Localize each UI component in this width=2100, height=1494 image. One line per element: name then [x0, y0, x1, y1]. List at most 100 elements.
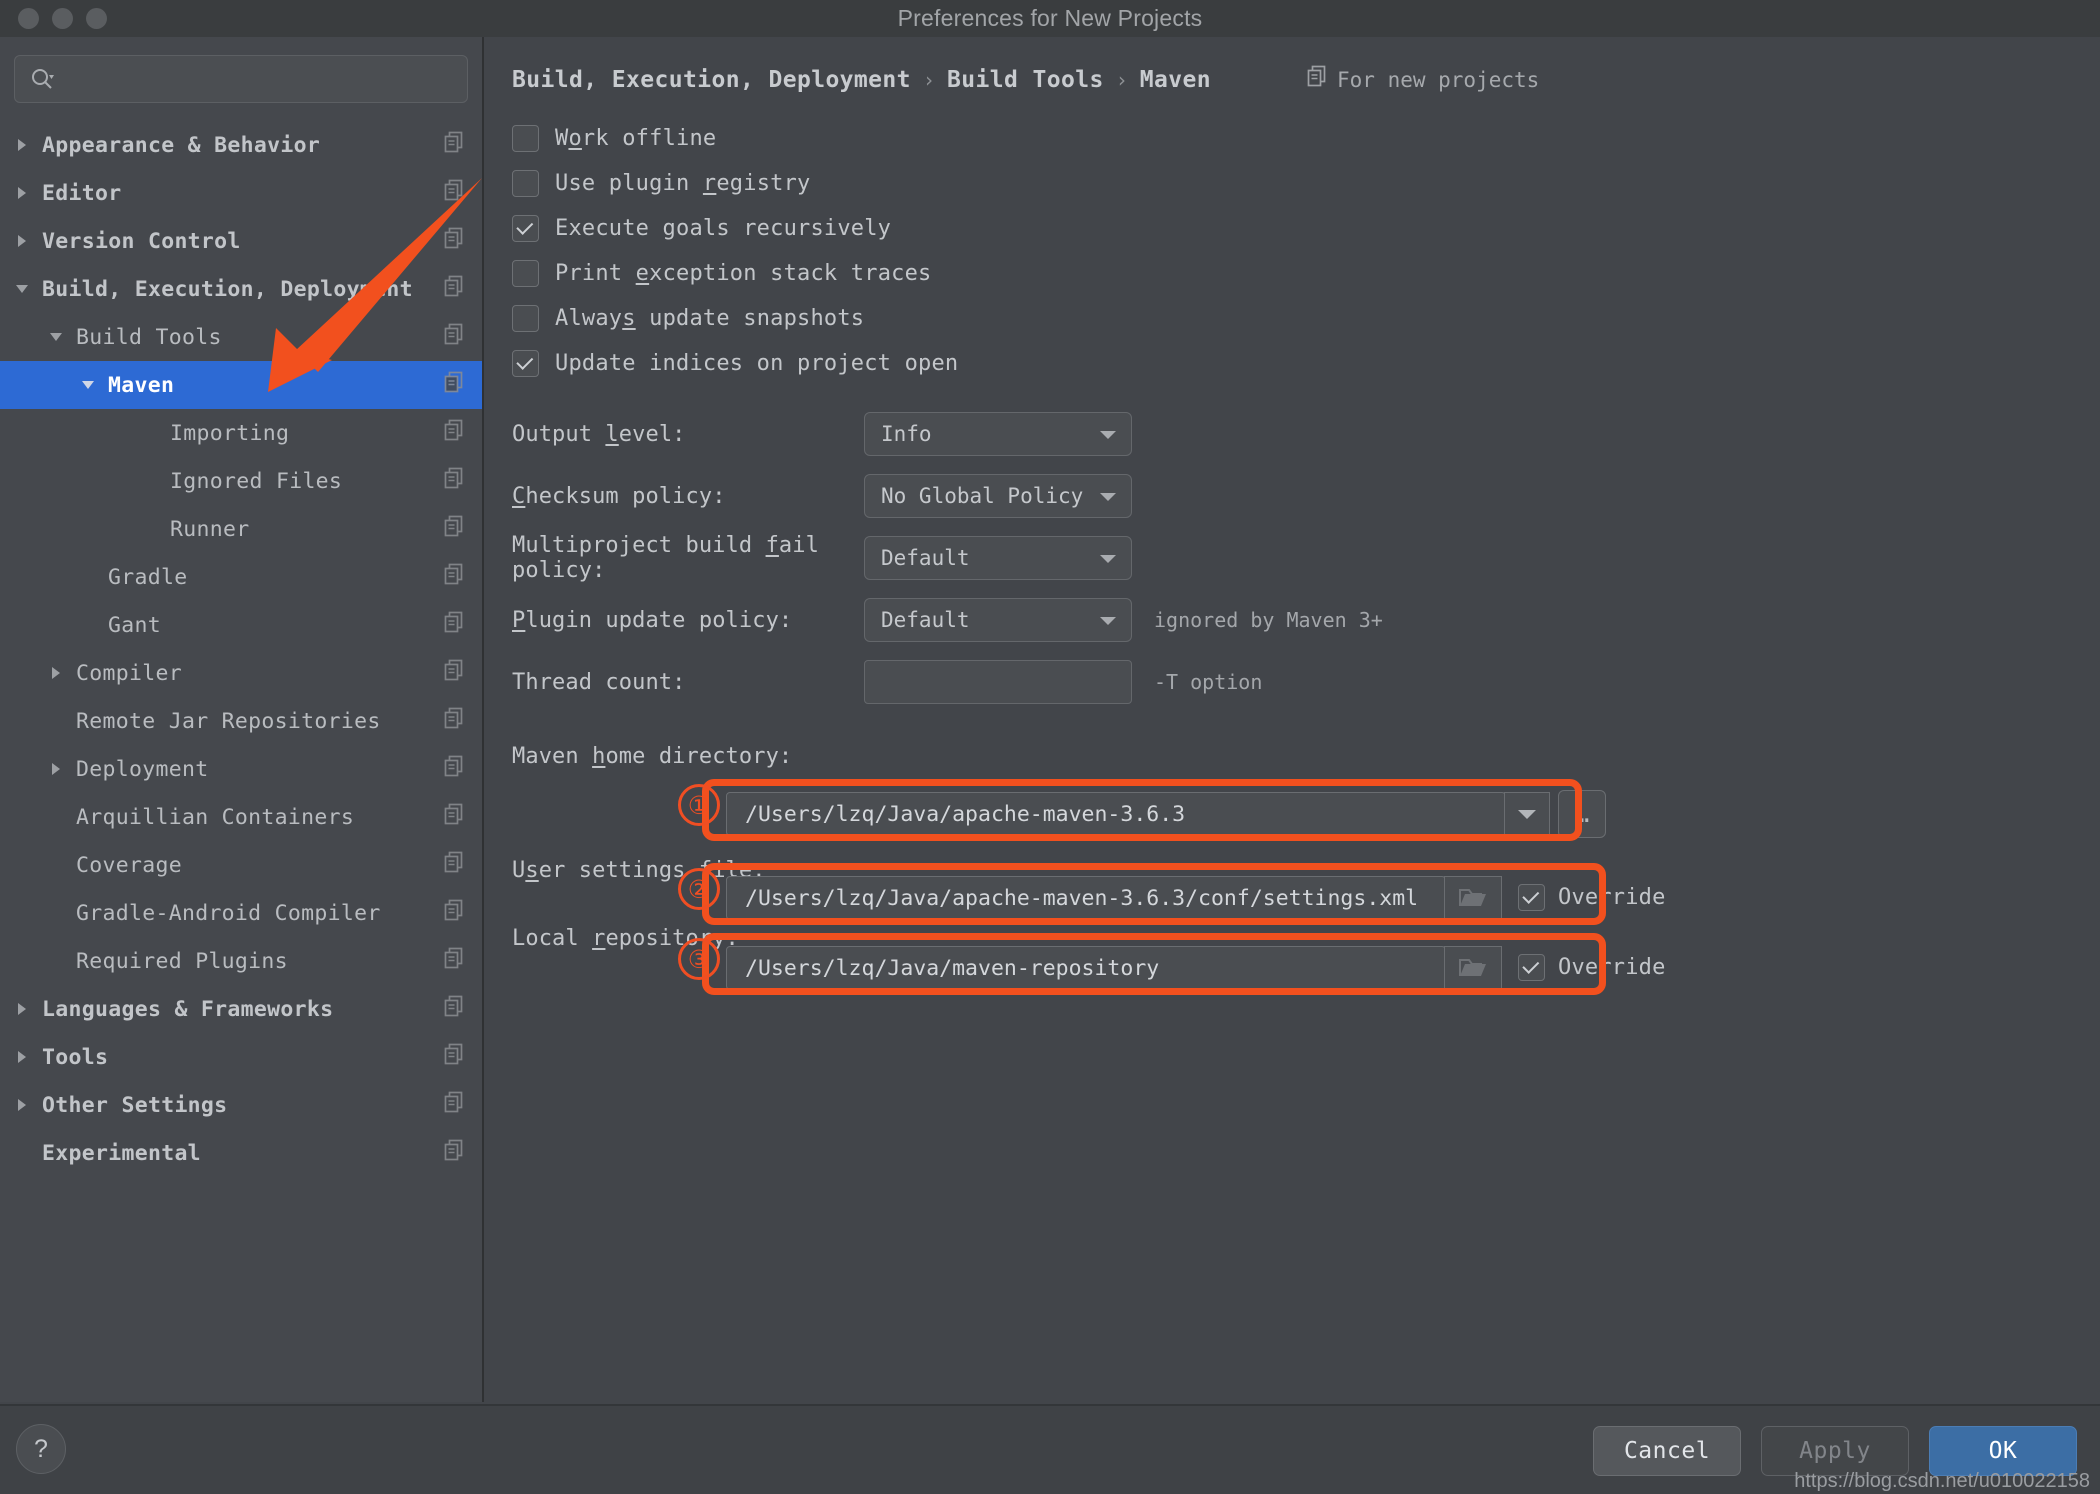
search-area: [0, 37, 482, 103]
sidebar-item-runner[interactable]: Runner: [0, 505, 482, 553]
twisty-spacer: [46, 711, 66, 731]
checkbox-always-update-snapshots[interactable]: [512, 305, 539, 332]
chevron-right-icon[interactable]: [12, 135, 32, 155]
plugin-update-policy-select[interactable]: Default: [864, 598, 1132, 642]
copy-icon[interactable]: [444, 851, 466, 879]
maven-home-dropdown-button[interactable]: [1504, 792, 1550, 836]
local-repo-override[interactable]: Override: [1518, 954, 1666, 981]
copy-icon[interactable]: [444, 1043, 466, 1071]
help-button[interactable]: ?: [16, 1424, 66, 1474]
sidebar-item-version-control[interactable]: Version Control: [0, 217, 482, 265]
ok-button[interactable]: OK: [1929, 1426, 2077, 1476]
checkbox-update-indices-on-project-open[interactable]: [512, 350, 539, 377]
user-settings-override-checkbox[interactable]: [1518, 884, 1545, 911]
copy-icon[interactable]: [444, 995, 466, 1023]
copy-icon[interactable]: [444, 227, 466, 255]
copy-icon[interactable]: [444, 275, 466, 303]
breadcrumb-part-0[interactable]: Build, Execution, Deployment: [512, 67, 911, 93]
sidebar-item-appearance-behavior[interactable]: Appearance & Behavior: [0, 121, 482, 169]
checkbox-row-print-exception-stack-traces[interactable]: Print exception stack traces: [512, 251, 2100, 296]
user-settings-override[interactable]: Override: [1518, 884, 1666, 911]
chevron-down-icon[interactable]: [78, 375, 98, 395]
thread-count-input[interactable]: [864, 660, 1132, 704]
breadcrumb-part-1[interactable]: Build Tools: [947, 67, 1104, 93]
sidebar-item-gradle-android-compiler[interactable]: Gradle-Android Compiler: [0, 889, 482, 937]
copy-icon[interactable]: [444, 803, 466, 831]
sidebar-item-remote-jar-repositories[interactable]: Remote Jar Repositories: [0, 697, 482, 745]
checkbox-work-offline[interactable]: [512, 125, 539, 152]
user-settings-input[interactable]: /Users/lzq/Java/apache-maven-3.6.3/conf/…: [726, 876, 1446, 920]
sidebar-item-gradle[interactable]: Gradle: [0, 553, 482, 601]
copy-icon[interactable]: [444, 1139, 466, 1167]
chevron-right-icon[interactable]: [46, 759, 66, 779]
sidebar-item-build-tools[interactable]: Build Tools: [0, 313, 482, 361]
sidebar-item-deployment[interactable]: Deployment: [0, 745, 482, 793]
chevron-right-icon[interactable]: [12, 1095, 32, 1115]
copy-icon[interactable]: [444, 515, 466, 543]
copy-icon[interactable]: [444, 323, 466, 351]
chevron-down-icon[interactable]: [12, 279, 32, 299]
sidebar-item-gant[interactable]: Gant: [0, 601, 482, 649]
chevron-right-icon[interactable]: [12, 231, 32, 251]
breadcrumb-part-2[interactable]: Maven: [1140, 67, 1211, 93]
user-settings-browse-button[interactable]: [1444, 876, 1502, 920]
copy-icon[interactable]: [444, 563, 466, 591]
checkbox-use-plugin-registry[interactable]: [512, 170, 539, 197]
copy-icon[interactable]: [444, 419, 466, 447]
checkbox-row-execute-goals-recursively[interactable]: Execute goals recursively: [512, 206, 2100, 251]
sidebar-item-label: Arquillian Containers: [76, 805, 354, 830]
output-level-select[interactable]: Info: [864, 412, 1132, 456]
multiproject-fail-policy-select[interactable]: Default: [864, 536, 1132, 580]
checkbox-row-update-indices-on-project-open[interactable]: Update indices on project open: [512, 341, 2100, 386]
sidebar-item-ignored-files[interactable]: Ignored Files: [0, 457, 482, 505]
checksum-policy-select[interactable]: No Global Policy: [864, 474, 1132, 518]
maven-home-browse-button[interactable]: …: [1558, 790, 1606, 838]
search-input[interactable]: [55, 67, 467, 91]
copy-icon[interactable]: [444, 659, 466, 687]
apply-button[interactable]: Apply: [1761, 1426, 1909, 1476]
sidebar-item-compiler[interactable]: Compiler: [0, 649, 482, 697]
copy-icon[interactable]: [444, 611, 466, 639]
sidebar-item-maven[interactable]: Maven: [0, 361, 482, 409]
chevron-right-icon[interactable]: [46, 663, 66, 683]
copy-icon[interactable]: [444, 179, 466, 207]
sidebar-item-build-execution-deployment[interactable]: Build, Execution, Deployment: [0, 265, 482, 313]
chevron-right-icon[interactable]: [12, 999, 32, 1019]
sidebar-item-tools[interactable]: Tools: [0, 1033, 482, 1081]
copy-icon[interactable]: [444, 755, 466, 783]
twisty-spacer: [46, 807, 66, 827]
sidebar-item-coverage[interactable]: Coverage: [0, 841, 482, 889]
twisty-spacer: [12, 1143, 32, 1163]
checkbox-row-use-plugin-registry[interactable]: Use plugin registry: [512, 161, 2100, 206]
copy-icon[interactable]: [444, 947, 466, 975]
sidebar-item-other-settings[interactable]: Other Settings: [0, 1081, 482, 1129]
checkbox-print-exception-stack-traces[interactable]: [512, 260, 539, 287]
sidebar-item-experimental[interactable]: Experimental: [0, 1129, 482, 1177]
sidebar-item-arquillian-containers[interactable]: Arquillian Containers: [0, 793, 482, 841]
maven-home-input[interactable]: /Users/lzq/Java/apache-maven-3.6.3: [726, 792, 1506, 836]
copy-icon[interactable]: [444, 707, 466, 735]
sidebar-item-importing[interactable]: Importing: [0, 409, 482, 457]
checkbox-execute-goals-recursively[interactable]: [512, 215, 539, 242]
copy-icon[interactable]: [444, 467, 466, 495]
copy-icon[interactable]: [444, 131, 466, 159]
sidebar-item-languages-frameworks[interactable]: Languages & Frameworks: [0, 985, 482, 1033]
checkbox-row-always-update-snapshots[interactable]: Always update snapshots: [512, 296, 2100, 341]
plugin-update-policy-label-text: Plugin update policy:: [512, 608, 792, 633]
cancel-button[interactable]: Cancel: [1593, 1426, 1741, 1476]
sidebar-item-required-plugins[interactable]: Required Plugins: [0, 937, 482, 985]
chevron-right-icon[interactable]: [12, 1047, 32, 1067]
chevron-right-icon[interactable]: [12, 183, 32, 203]
copy-icon[interactable]: [444, 371, 466, 399]
copy-icon[interactable]: [444, 899, 466, 927]
local-repo-input[interactable]: /Users/lzq/Java/maven-repository: [726, 946, 1446, 990]
multiproject-fail-policy-label-text: Multiproject build fail policy:: [512, 533, 819, 583]
chevron-down-icon[interactable]: [46, 327, 66, 347]
local-repo-browse-button[interactable]: [1444, 946, 1502, 990]
for-new-projects-note: For new projects: [1307, 65, 1539, 94]
search-box[interactable]: [14, 55, 468, 103]
copy-icon[interactable]: [444, 1091, 466, 1119]
checkbox-row-work-offline[interactable]: Work offline: [512, 116, 2100, 161]
local-repo-override-checkbox[interactable]: [1518, 954, 1545, 981]
sidebar-item-editor[interactable]: Editor: [0, 169, 482, 217]
